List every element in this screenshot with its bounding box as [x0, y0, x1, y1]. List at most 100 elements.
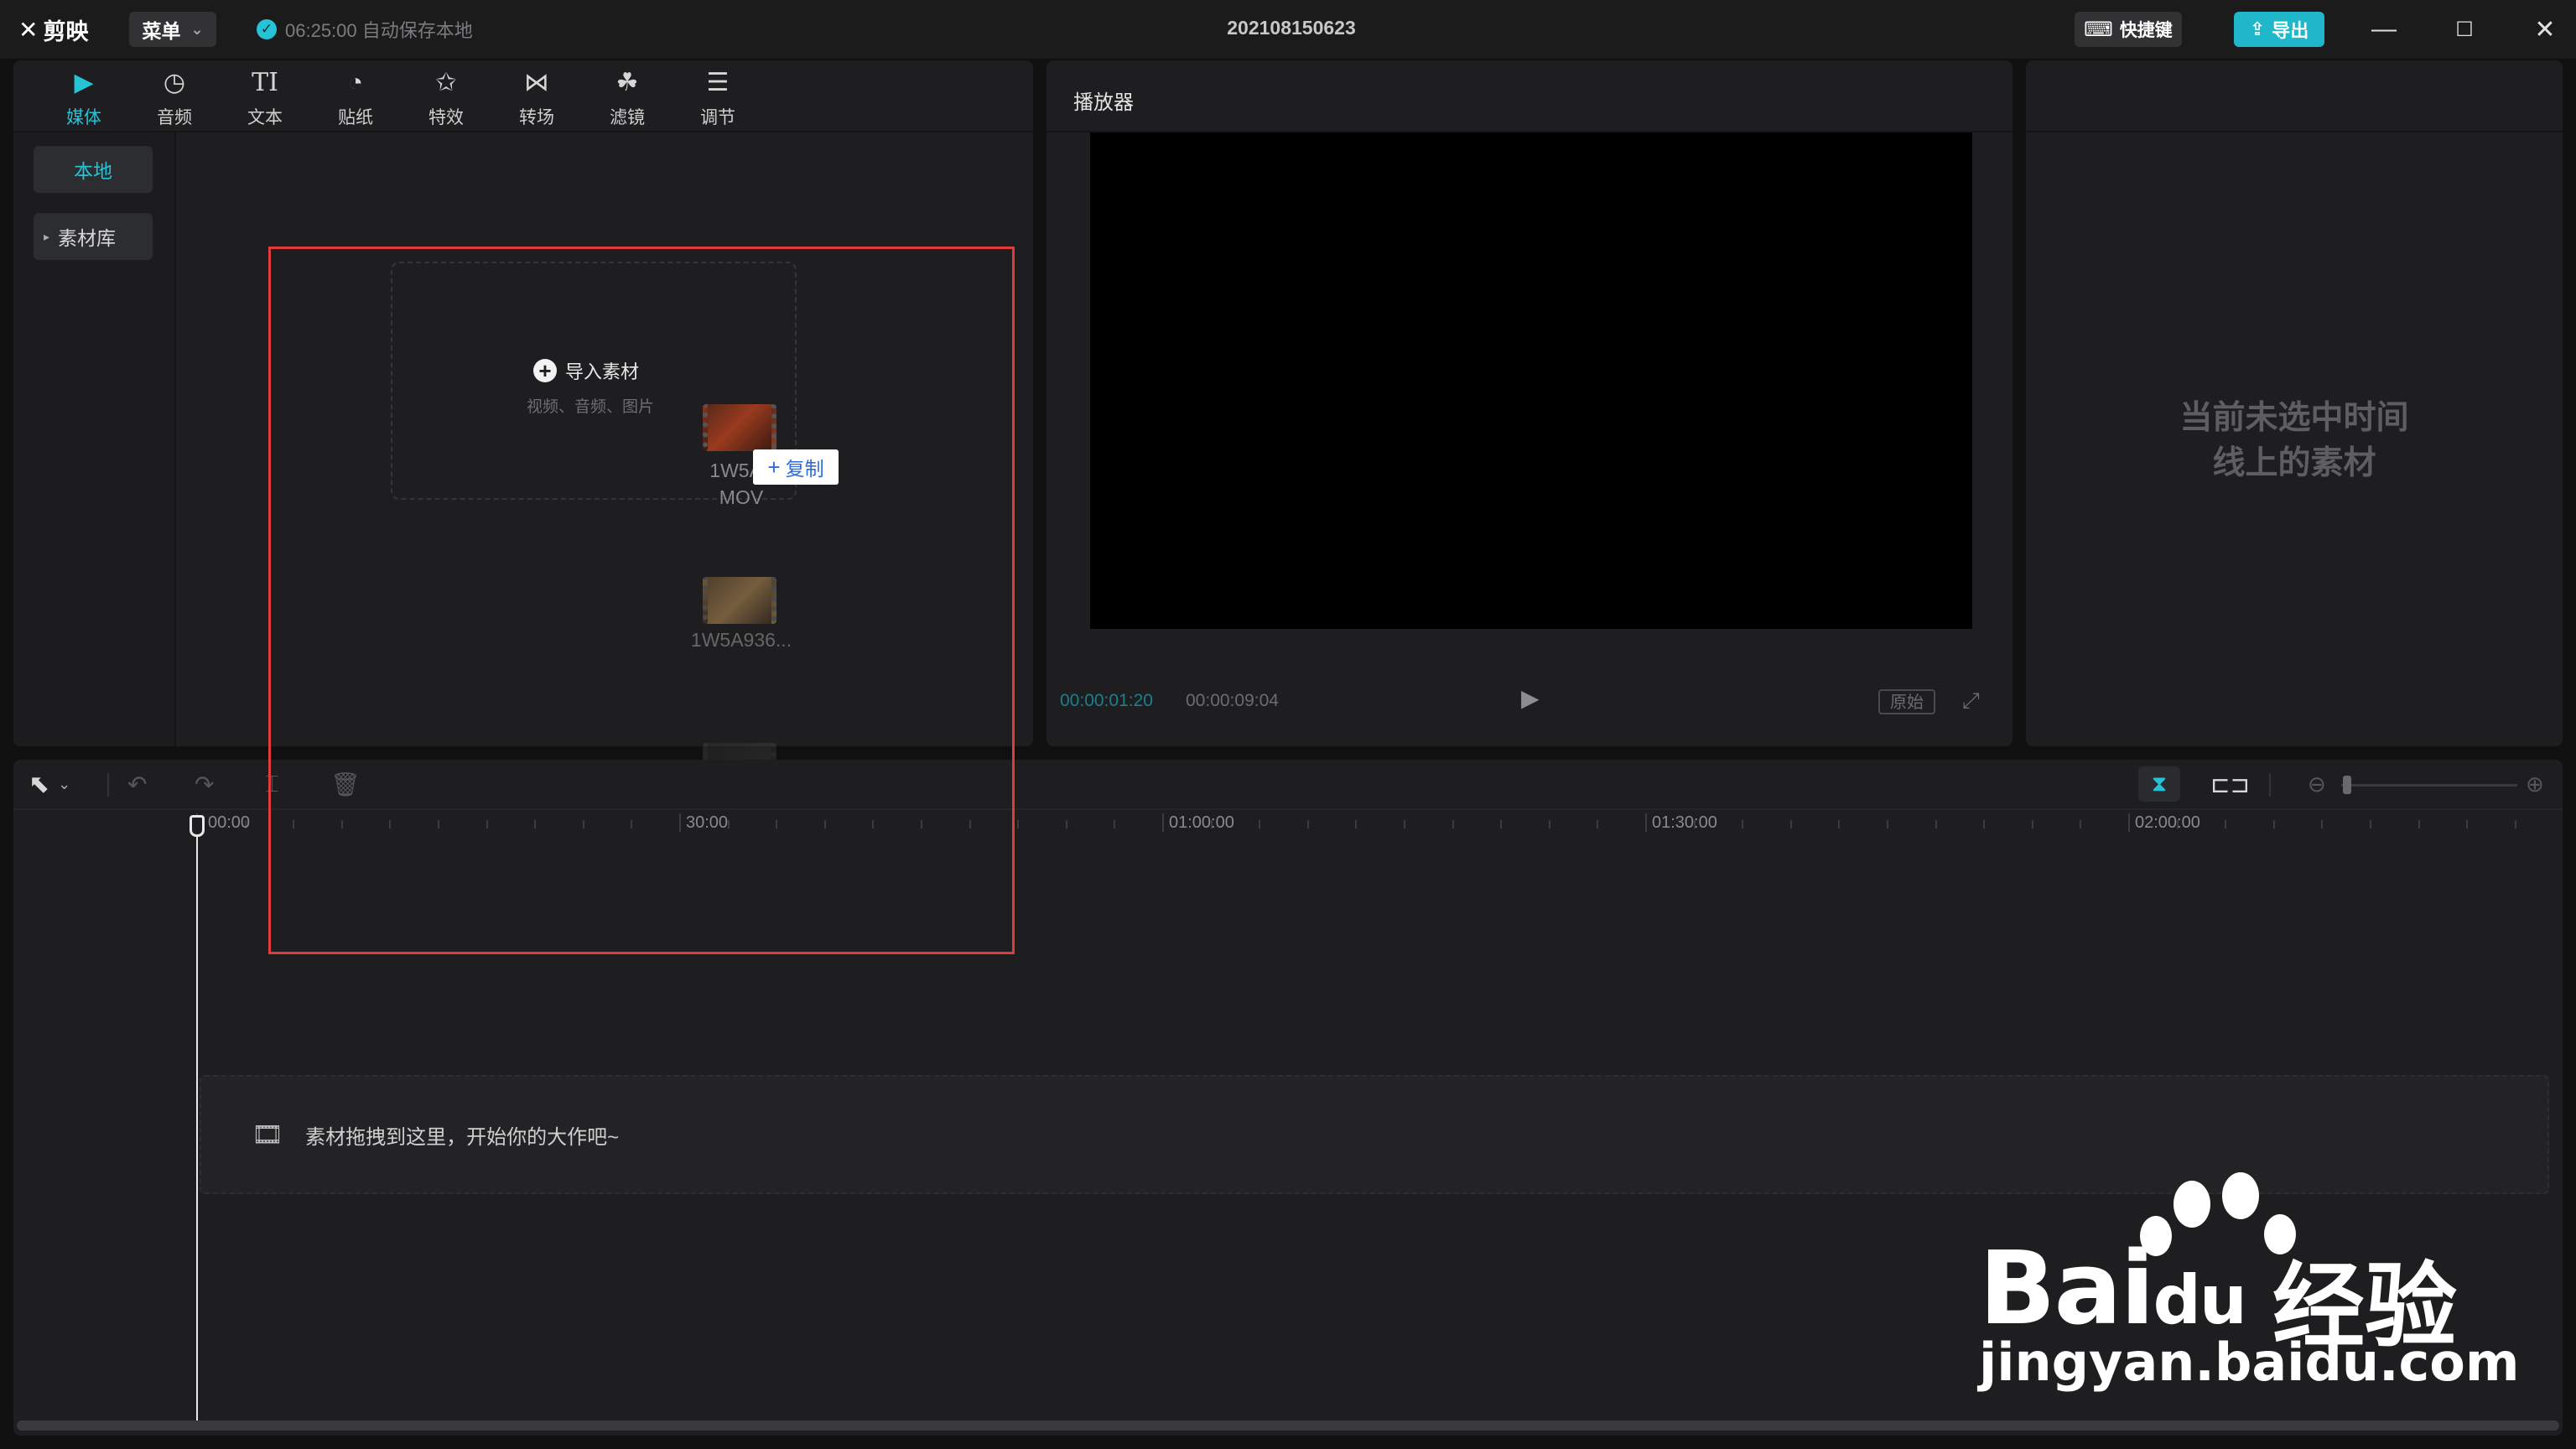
effects-icon: ✩ [435, 69, 457, 96]
ruler-minor-tick [1452, 820, 1454, 828]
properties-empty-line1: 当前未选中时间 [2179, 400, 2409, 436]
play-button[interactable]: ▶ [1521, 684, 1540, 712]
export-button[interactable]: ⇪ 导出 [2234, 12, 2324, 47]
drop-hint-text: 素材拖拽到这里，开始你的大作吧~ [305, 1126, 620, 1149]
sticker-icon: ◔ [347, 69, 364, 96]
autosave-status: ✓ 06:25:00 自动保存本地 [257, 17, 473, 42]
autosave-text: 06:25:00 自动保存本地 [285, 20, 473, 41]
watermark-brand: Baidu [1979, 1231, 2247, 1348]
tab-audio[interactable]: ◷ 音频 [132, 67, 216, 127]
watermark-url: jingyan.baidu.com [1979, 1332, 2520, 1393]
export-button-label: 导出 [2272, 20, 2309, 41]
tab-filter-label: 滤镜 [610, 108, 645, 127]
minimize-button[interactable]: — [2363, 10, 2405, 49]
close-button[interactable]: ✕ [2524, 10, 2566, 49]
menu-button-label: 菜单 [142, 20, 181, 42]
baidu-watermark: Baidu 经验 jingyan.baidu.com [1979, 1172, 2549, 1399]
ruler-minor-tick [1789, 820, 1792, 828]
ruler-minor-tick [1500, 820, 1503, 828]
watermark-brand-du: du [2153, 1261, 2247, 1339]
sidebar-item-library-label: 素材库 [58, 227, 117, 249]
ruler-label: 02:00:00 [2135, 813, 2200, 832]
menu-button[interactable]: 菜单 ⌄ [129, 12, 216, 47]
highlight-box [268, 247, 1015, 954]
app-logo-text: 剪映 [43, 18, 89, 44]
audio-icon: ◷ [163, 69, 186, 96]
project-title: 202108150623 [1227, 17, 1356, 39]
adjust-icon: ☰ [706, 69, 730, 96]
ruler-minor-tick [1065, 820, 1067, 828]
minimize-icon: — [2371, 15, 2397, 43]
ruler-minor-tick [1259, 820, 1261, 828]
aspect-ratio-button[interactable]: 原始 [1878, 689, 1935, 714]
transition-icon: ⋈ [524, 69, 549, 96]
fullscreen-button[interactable]: ⤢ [1962, 688, 1980, 714]
drop-hint: 🎞 素材拖拽到这里，开始你的大作吧~ [252, 1120, 619, 1150]
ruler-label: 00:00 [208, 813, 251, 832]
text-icon: TI [252, 68, 278, 97]
ruler-label: 01:30:00 [1652, 813, 1717, 832]
player-panel: 播放器 00:00:01:20 00:00:09:04 ▶ 原始 ⤢ [1046, 60, 2012, 746]
video-preview[interactable] [1090, 132, 1972, 629]
filter-icon: ☘ [615, 69, 639, 96]
ruler-minor-tick [1355, 820, 1358, 828]
sidebar-item-library[interactable]: ▸ 素材库 [34, 213, 153, 260]
maximize-button[interactable]: ☐ [2444, 10, 2485, 49]
properties-empty-message: 当前未选中时间 线上的素材 [2093, 396, 2496, 486]
total-timecode: 00:00:09:04 [1186, 691, 1279, 710]
ruler-minor-tick [1114, 820, 1116, 828]
sidebar-item-local[interactable]: 本地 [34, 146, 153, 193]
tab-media[interactable]: ▶ 媒体 [42, 67, 126, 127]
tab-text[interactable]: TI 文本 [223, 67, 307, 127]
maximize-icon: ☐ [2455, 18, 2474, 41]
tab-effects-label: 特效 [428, 108, 464, 127]
fullscreen-icon: ⤢ [1962, 688, 1980, 713]
current-timecode: 00:00:01:20 [1060, 691, 1153, 710]
tab-media-label: 媒体 [66, 108, 101, 127]
tab-transition-label: 转场 [519, 108, 554, 127]
ruler-minor-tick [2272, 820, 2275, 828]
tab-adjust[interactable]: ☰ 调节 [676, 67, 760, 127]
film-icon: 🎞 [252, 1121, 284, 1149]
properties-header [2026, 60, 2563, 132]
ruler-minor-tick [2514, 820, 2516, 828]
ruler-minor-tick [1983, 820, 1986, 828]
ruler-minor-tick [1404, 820, 1405, 828]
tab-audio-label: 音频 [157, 108, 192, 127]
player-title: 播放器 [1073, 91, 1134, 114]
tab-adjust-label: 调节 [700, 108, 735, 127]
ruler-minor-tick [2031, 820, 2033, 828]
ruler-minor-tick [1742, 820, 1744, 828]
tab-filter[interactable]: ☘ 滤镜 [585, 67, 669, 127]
ruler-minor-tick [2321, 820, 2324, 828]
chevron-down-icon: ⌄ [190, 20, 204, 38]
ruler-minor-tick [2080, 820, 2082, 828]
caret-right-icon: ▸ [44, 229, 50, 243]
play-icon: ▶ [1521, 685, 1540, 711]
playhead-handle[interactable] [190, 815, 205, 837]
export-icon: ⇪ [2249, 18, 2266, 39]
ruler-minor-tick [1935, 820, 1937, 828]
check-icon: ✓ [257, 19, 277, 39]
media-toolbar: ▶ 媒体 ◷ 音频 TI 文本 ◔ 贴纸 ✩ 特效 ⋈ 转场 ☘ 滤镜 ☰ 调节 [13, 60, 1033, 132]
playhead[interactable] [196, 820, 198, 1426]
media-icon: ▶ [74, 69, 94, 96]
ruler-minor-tick [1548, 820, 1550, 828]
shortcut-button[interactable]: ⌨ 快捷键 [2075, 12, 2182, 47]
ruler-minor-tick [1597, 820, 1599, 828]
timeline-scrollbar[interactable] [17, 1420, 2559, 1431]
player-header [1046, 60, 2012, 132]
keyboard-icon: ⌨ [2084, 18, 2113, 41]
capcut-logo-icon: ✕ [18, 16, 39, 43]
ruler-label: 01:00:00 [1169, 813, 1234, 832]
tab-transition[interactable]: ⋈ 转场 [495, 67, 579, 127]
shortcut-button-label: 快捷键 [2119, 21, 2173, 40]
paw-toe [2174, 1181, 2210, 1228]
ruler-minor-tick [1306, 820, 1309, 828]
tab-sticker[interactable]: ◔ 贴纸 [314, 67, 397, 127]
properties-panel: 当前未选中时间 线上的素材 [2026, 60, 2563, 746]
media-sidebar: 本地 ▸ 素材库 [13, 132, 176, 746]
ruler-minor-tick [1838, 820, 1841, 828]
properties-empty-line2: 线上的素材 [2212, 445, 2376, 481]
tab-effects[interactable]: ✩ 特效 [404, 67, 488, 127]
